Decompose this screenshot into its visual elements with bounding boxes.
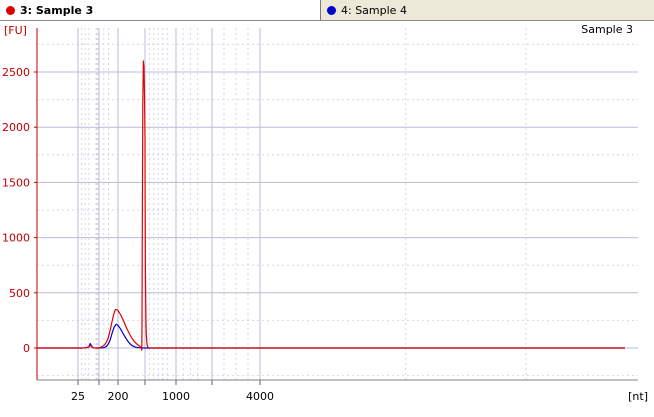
chart-title: Sample 3 bbox=[581, 23, 633, 36]
y-tick-label: 2500 bbox=[2, 66, 30, 79]
y-tick-label: 2000 bbox=[2, 121, 30, 134]
sample-4-color-dot-icon bbox=[327, 5, 336, 15]
x-axis-label: [nt] bbox=[628, 390, 648, 403]
tab-sample-4-label: 4: Sample 4 bbox=[341, 3, 407, 17]
tab-sample-4[interactable]: 4: Sample 4 bbox=[321, 0, 654, 20]
y-tick-label: 500 bbox=[9, 287, 30, 300]
electropherogram-window: 3: Sample 3 4: Sample 4 0 500 1000 1500 2000… bbox=[0, 0, 654, 417]
x-tick-label: 25 bbox=[71, 390, 85, 403]
sample-3-color-dot-icon bbox=[6, 5, 15, 15]
x-tick-label: 1000 bbox=[162, 390, 190, 403]
tab-sample-3[interactable]: 3: Sample 3 bbox=[0, 0, 321, 20]
y-tick-label: 0 bbox=[23, 342, 30, 355]
y-axis-label: [FU] bbox=[4, 24, 27, 37]
x-tick-label: 200 bbox=[108, 390, 129, 403]
y-tick-label: 1500 bbox=[2, 176, 30, 189]
electropherogram-chart[interactable]: 0 500 1000 1500 2000 2500 25 200 1000 4000 [FU] S… bbox=[0, 21, 654, 417]
tab-sample-3-label: 3: Sample 3 bbox=[20, 3, 94, 17]
y-tick-label: 1000 bbox=[2, 232, 30, 245]
x-tick-label: 4000 bbox=[246, 390, 274, 403]
sample-tab-bar: 3: Sample 3 4: Sample 4 bbox=[0, 0, 654, 21]
